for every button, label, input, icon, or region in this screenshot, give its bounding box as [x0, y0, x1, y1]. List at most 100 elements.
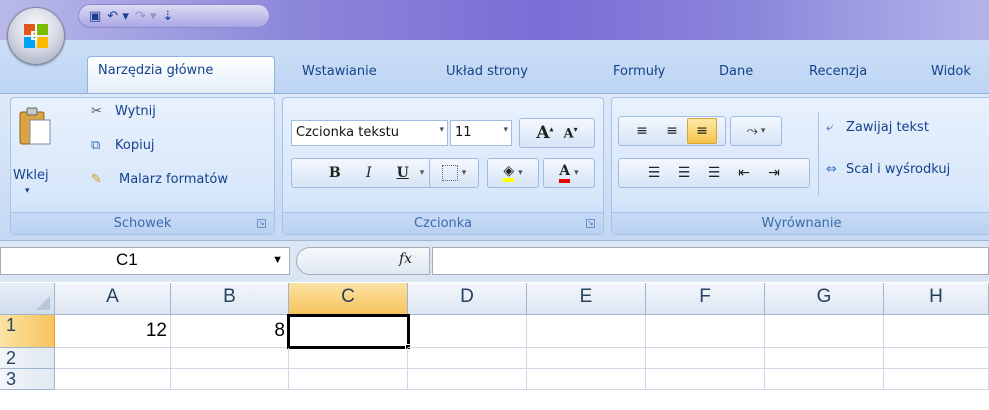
- select-all-button[interactable]: [0, 283, 55, 315]
- ribbon-tabs: Narzędzia główne Wstawianie Układ strony…: [0, 40, 989, 94]
- chevron-down-icon[interactable]: ▾: [420, 168, 425, 178]
- insert-function-icon[interactable]: fx: [399, 251, 412, 267]
- merge-center-button[interactable]: ⇔ Scal i wyśrodkuj: [826, 162, 989, 184]
- cell-f2[interactable]: [646, 348, 765, 369]
- formula-input[interactable]: [432, 247, 989, 275]
- fill-color-button[interactable]: ◈ ▾: [487, 158, 539, 188]
- name-box[interactable]: C1 ▼: [0, 247, 290, 275]
- tab-review[interactable]: Recenzja: [809, 64, 867, 88]
- tab-formulas[interactable]: Formuły: [613, 64, 665, 88]
- column-header-d[interactable]: D: [408, 283, 527, 315]
- align-middle-icon[interactable]: ≡: [657, 116, 687, 146]
- wrap-text-label: Zawijaj tekst: [846, 120, 929, 135]
- borders-icon: [441, 165, 458, 181]
- cell-a3[interactable]: [55, 369, 171, 390]
- copy-button[interactable]: ⧉ Kopiuj: [91, 136, 201, 158]
- cell-f1[interactable]: [646, 315, 765, 348]
- decrease-indent-icon[interactable]: ⇤: [729, 158, 759, 188]
- italic-button[interactable]: I: [352, 165, 386, 181]
- format-painter-label: Malarz formatów: [119, 172, 229, 187]
- cut-button[interactable]: ✂ Wytnij: [91, 102, 201, 124]
- column-header-c[interactable]: C: [289, 283, 408, 315]
- wrap-text-button[interactable]: ⤶ Zawijaj tekst: [826, 120, 986, 142]
- column-header-g[interactable]: G: [765, 283, 884, 315]
- redo-icon[interactable]: ↷ ▾: [135, 9, 157, 24]
- clipboard-launcher-icon[interactable]: ↘: [257, 219, 266, 228]
- office-logo-icon: E: [24, 24, 48, 48]
- align-right-icon[interactable]: ☰: [699, 158, 729, 188]
- customize-qat-icon[interactable]: ⇣: [162, 9, 173, 24]
- borders-button[interactable]: ▾: [429, 158, 479, 188]
- cut-icon: ✂: [91, 104, 102, 119]
- font-size-combo[interactable]: 11 ▾: [450, 120, 512, 146]
- cell-e3[interactable]: [527, 369, 646, 390]
- save-icon[interactable]: ▣: [89, 9, 101, 24]
- cell-b3[interactable]: [171, 369, 289, 390]
- align-bottom-icon[interactable]: ≡: [687, 118, 717, 144]
- cell-a2[interactable]: [55, 348, 171, 369]
- cell-h2[interactable]: [884, 348, 989, 369]
- tab-home[interactable]: Narzędzia główne: [87, 56, 275, 94]
- cell-b2[interactable]: [171, 348, 289, 369]
- row-header-1[interactable]: 1: [0, 315, 55, 348]
- tab-data[interactable]: Dane: [719, 64, 753, 88]
- cell-c3[interactable]: [289, 369, 408, 390]
- format-painter-icon: ✎: [91, 172, 102, 187]
- row-header-3[interactable]: 3: [0, 369, 55, 390]
- column-header-h[interactable]: H: [884, 283, 989, 315]
- wrap-text-icon: ⤶: [826, 120, 834, 135]
- formula-bar: C1 ▼ fx: [0, 240, 989, 282]
- undo-icon[interactable]: ↶ ▾: [107, 9, 129, 24]
- copy-icon: ⧉: [91, 138, 101, 153]
- grow-font-button[interactable]: A▴: [536, 123, 553, 143]
- shrink-font-button[interactable]: A▾: [564, 124, 578, 141]
- paste-dropdown-icon: ▾: [25, 186, 30, 196]
- cell-d1[interactable]: [408, 315, 527, 348]
- cell-c2[interactable]: [289, 348, 408, 369]
- align-center-icon[interactable]: ☰: [669, 158, 699, 188]
- chevron-down-icon: ▾: [439, 125, 444, 135]
- column-header-a[interactable]: A: [55, 283, 171, 315]
- align-left-icon[interactable]: ☰: [639, 158, 669, 188]
- cell-h3[interactable]: [884, 369, 989, 390]
- increase-indent-icon[interactable]: ⇥: [759, 158, 789, 188]
- column-header-f[interactable]: F: [646, 283, 765, 315]
- chevron-down-icon[interactable]: ▼: [272, 254, 283, 266]
- column-header-b[interactable]: B: [171, 283, 289, 315]
- row-header-2[interactable]: 2: [0, 348, 55, 369]
- underline-button[interactable]: U: [386, 165, 420, 181]
- tab-view[interactable]: Widok: [931, 64, 971, 88]
- font-name-combo[interactable]: Czcionka tekstu ▾: [291, 120, 448, 146]
- cell-e2[interactable]: [527, 348, 646, 369]
- cell-h1[interactable]: [884, 315, 989, 348]
- bold-button[interactable]: B: [318, 165, 352, 181]
- cell-c1[interactable]: [287, 314, 410, 349]
- paste-label: Wklej: [13, 168, 49, 183]
- orientation-button[interactable]: ⤳ ▾: [730, 116, 782, 146]
- font-name-value: Czcionka tekstu: [296, 125, 399, 140]
- font-color-icon: A: [559, 163, 571, 183]
- tab-page-layout[interactable]: Układ strony: [446, 64, 528, 88]
- cell-f3[interactable]: [646, 369, 765, 390]
- clipboard-group-label: Schowek: [11, 212, 274, 234]
- format-painter-button[interactable]: ✎ Malarz formatów: [91, 170, 271, 192]
- cell-d3[interactable]: [408, 369, 527, 390]
- cell-g3[interactable]: [765, 369, 884, 390]
- cell-b1[interactable]: 8: [171, 315, 289, 348]
- font-size-value: 11: [455, 125, 472, 140]
- svg-text:E: E: [30, 29, 38, 43]
- office-button[interactable]: E: [7, 7, 65, 65]
- alignment-group-label: Wyrównanie: [612, 212, 989, 234]
- vertical-align-buttons: ≡ ≡ ≡: [618, 116, 726, 146]
- cell-g1[interactable]: [765, 315, 884, 348]
- tab-insert[interactable]: Wstawianie: [302, 64, 377, 88]
- font-color-button[interactable]: A ▾: [543, 158, 595, 188]
- align-top-icon[interactable]: ≡: [627, 116, 657, 146]
- paste-button[interactable]: Wklej ▾: [13, 102, 57, 202]
- font-launcher-icon[interactable]: ↘: [586, 219, 595, 228]
- column-header-e[interactable]: E: [527, 283, 646, 315]
- cell-d2[interactable]: [408, 348, 527, 369]
- cell-g2[interactable]: [765, 348, 884, 369]
- cell-e1[interactable]: [527, 315, 646, 348]
- cell-a1[interactable]: 12: [55, 315, 171, 348]
